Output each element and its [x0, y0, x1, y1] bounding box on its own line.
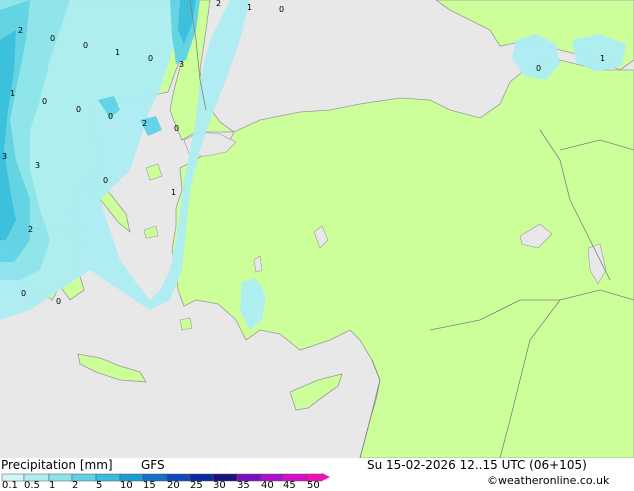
map-label: 1: [600, 54, 605, 63]
credit-text: ©weatheronline.co.uk: [487, 474, 610, 487]
map-label: 1: [247, 3, 252, 12]
land-island: [179, 317, 193, 331]
map-label: 0: [56, 297, 61, 306]
map-label: 0: [42, 97, 47, 106]
map-label: 1: [115, 48, 120, 57]
map-label: 2: [28, 225, 33, 234]
map-label: 0: [103, 176, 108, 185]
map-label: 0: [108, 112, 113, 121]
map-label: 0: [536, 64, 541, 73]
map-label: 3: [179, 60, 184, 69]
map-label: 0: [21, 289, 26, 298]
map-label: 3: [35, 161, 40, 170]
map-label: 2: [18, 26, 23, 35]
map-label: 0: [76, 105, 81, 114]
model-name: GFS: [141, 458, 165, 472]
map-label: 1: [171, 188, 176, 197]
map-label: 2: [216, 0, 221, 8]
map-label: 0: [83, 41, 88, 50]
map-label: 2: [142, 119, 147, 128]
map-label: 0: [174, 124, 179, 133]
legend-title: Precipitation [mm]: [1, 458, 113, 472]
precipitation-map: 2 0 1 0 2 0 0 1 0 3 1 0 0 2 0 3 3 0 1 2 …: [0, 0, 634, 458]
colorbar-arrow: [322, 473, 330, 481]
map-label: 1: [10, 89, 15, 98]
map-label: 3: [2, 152, 7, 161]
map-label: 0: [279, 5, 284, 14]
run-datetime: Su 15-02-2026 12..15 UTC (06+105): [367, 458, 587, 472]
map-label: 0: [148, 54, 153, 63]
map-label: 0: [50, 34, 55, 43]
